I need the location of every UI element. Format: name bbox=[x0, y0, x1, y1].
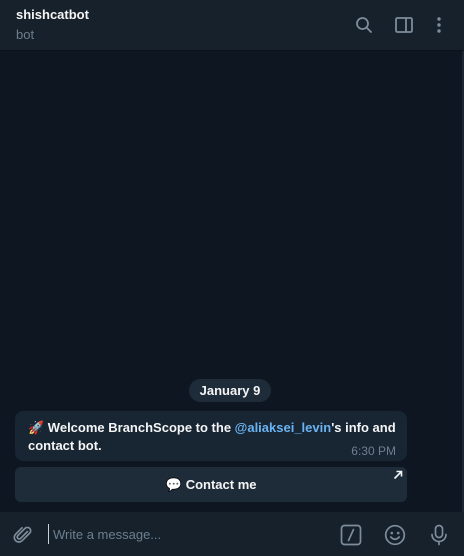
rocket-emoji: 🚀 bbox=[28, 420, 45, 435]
search-icon[interactable] bbox=[353, 14, 375, 36]
sidebar-toggle-icon[interactable] bbox=[393, 14, 415, 36]
message-composer bbox=[0, 512, 464, 556]
contact-me-button[interactable]: 💬 Contact me bbox=[15, 467, 407, 502]
message-bubble[interactable]: 🚀 Welcome BranchScope to the @aliaksei_l… bbox=[15, 411, 407, 461]
date-separator: January 9 bbox=[189, 379, 271, 402]
chat-title[interactable]: shishcatbot bbox=[16, 7, 89, 22]
emoji-icon[interactable] bbox=[383, 523, 407, 547]
message-text-part: Welcome BranchScope to the bbox=[44, 420, 235, 435]
attach-icon[interactable] bbox=[11, 523, 35, 547]
message-time: 6:30 PM bbox=[351, 444, 396, 458]
microphone-icon[interactable] bbox=[427, 523, 451, 547]
more-vertical-icon[interactable] bbox=[428, 14, 450, 36]
mention-link[interactable]: @aliaksei_levin bbox=[235, 420, 332, 435]
external-link-arrow-icon bbox=[393, 470, 403, 480]
chat-header: shishcatbot bot bbox=[0, 0, 464, 51]
chat-subtitle: bot bbox=[16, 27, 35, 42]
message-input[interactable] bbox=[48, 524, 318, 544]
contact-me-label: Contact me bbox=[185, 477, 257, 492]
speech-bubble-emoji: 💬 bbox=[165, 476, 182, 492]
bot-commands-icon[interactable] bbox=[339, 523, 363, 547]
message-text: 🚀 Welcome BranchScope to the @aliaksei_l… bbox=[28, 419, 398, 455]
